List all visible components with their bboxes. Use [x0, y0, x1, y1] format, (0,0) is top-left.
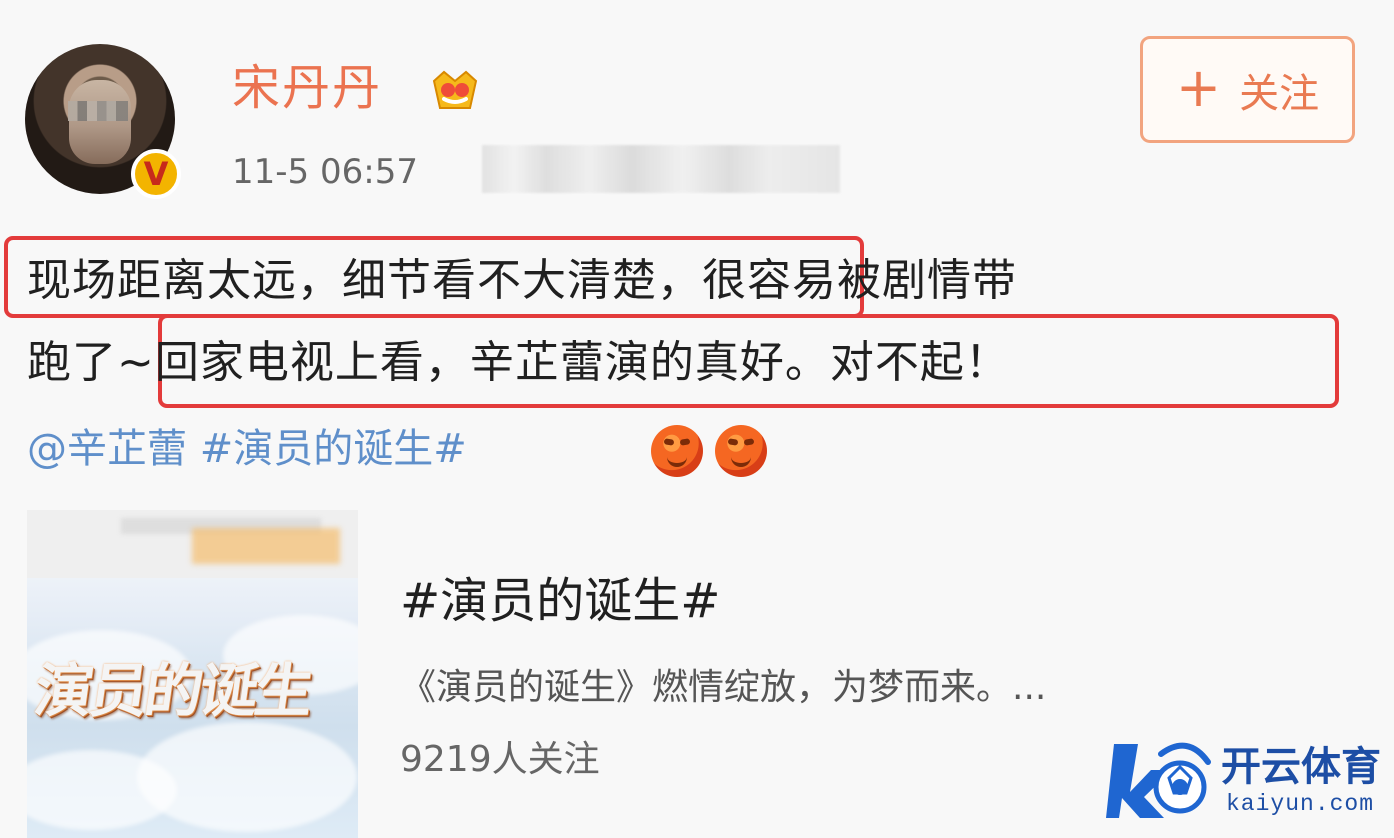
avatar-face [69, 80, 131, 164]
verified-badge-icon: V [131, 149, 181, 199]
emoji-pair [651, 425, 769, 477]
watermark-site: kaiyun.com [1226, 791, 1375, 817]
angry-face-icon [651, 425, 703, 477]
watermark: 开云体育 kaiyun.com [1106, 734, 1386, 826]
poster-title: 演员的诞生 [30, 657, 315, 725]
topic-title[interactable]: #演员的诞生# [400, 570, 720, 632]
crown-badge-icon [432, 70, 478, 109]
cloud-shape [27, 750, 177, 830]
blurred-meta [482, 145, 840, 193]
post-text-line-1: 现场距离太远，细节看不大清楚，很容易被剧情带 [27, 255, 1017, 306]
username[interactable]: 宋丹丹 [232, 58, 382, 118]
follow-label: 关注 [1239, 70, 1320, 117]
topic-description: 《演员的诞生》燃情绽放，为梦而来。... [400, 667, 1047, 708]
card-blurred-badge [192, 528, 340, 564]
k-soccer-logo-icon [1106, 742, 1211, 818]
post-tags[interactable]: @辛芷蕾 #演员的诞生# [27, 420, 467, 478]
angry-face-icon [715, 425, 767, 477]
plus-icon: + [1175, 55, 1222, 119]
follow-button[interactable]: + 关注 [1140, 36, 1355, 143]
avatar-mosaic [68, 101, 128, 121]
topic-card-image[interactable]: 演员的诞生 [27, 510, 358, 838]
post-text-line-2: 跑了~回家电视上看，辛芷蕾演的真好。对不起！ [27, 337, 1010, 388]
post-timestamp: 11-5 06:57 [232, 152, 418, 192]
watermark-brand: 开云体育 [1221, 744, 1381, 790]
topic-followers: 9219人关注 [400, 739, 600, 780]
